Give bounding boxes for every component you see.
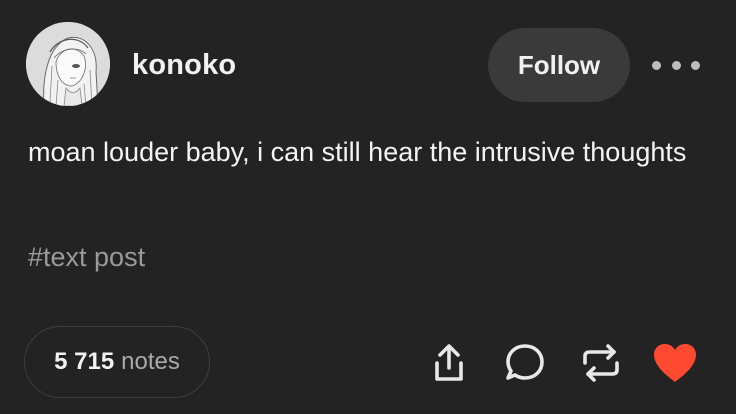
username[interactable]: konoko — [132, 49, 236, 82]
reply-icon[interactable] — [502, 340, 548, 386]
post-tag[interactable]: #text post — [28, 242, 145, 273]
avatar-image — [26, 22, 110, 106]
notes-count: 5 715 — [54, 348, 115, 375]
share-icon[interactable] — [426, 340, 472, 386]
avatar[interactable] — [26, 22, 110, 106]
dot — [671, 60, 681, 70]
notes-label: notes — [121, 348, 180, 375]
follow-button[interactable]: Follow — [488, 28, 630, 102]
more-options-icon[interactable] — [652, 50, 700, 80]
dot — [652, 60, 661, 70]
post-body-text: moan louder baby, i can still hear the i… — [28, 137, 687, 167]
reblog-icon[interactable] — [578, 340, 624, 386]
heart-icon[interactable] — [652, 340, 698, 386]
dot — [691, 60, 700, 70]
notes-button[interactable]: 5 715 notes — [24, 326, 210, 398]
post-card: konoko Follow moan louder baby, i can st… — [0, 0, 736, 414]
